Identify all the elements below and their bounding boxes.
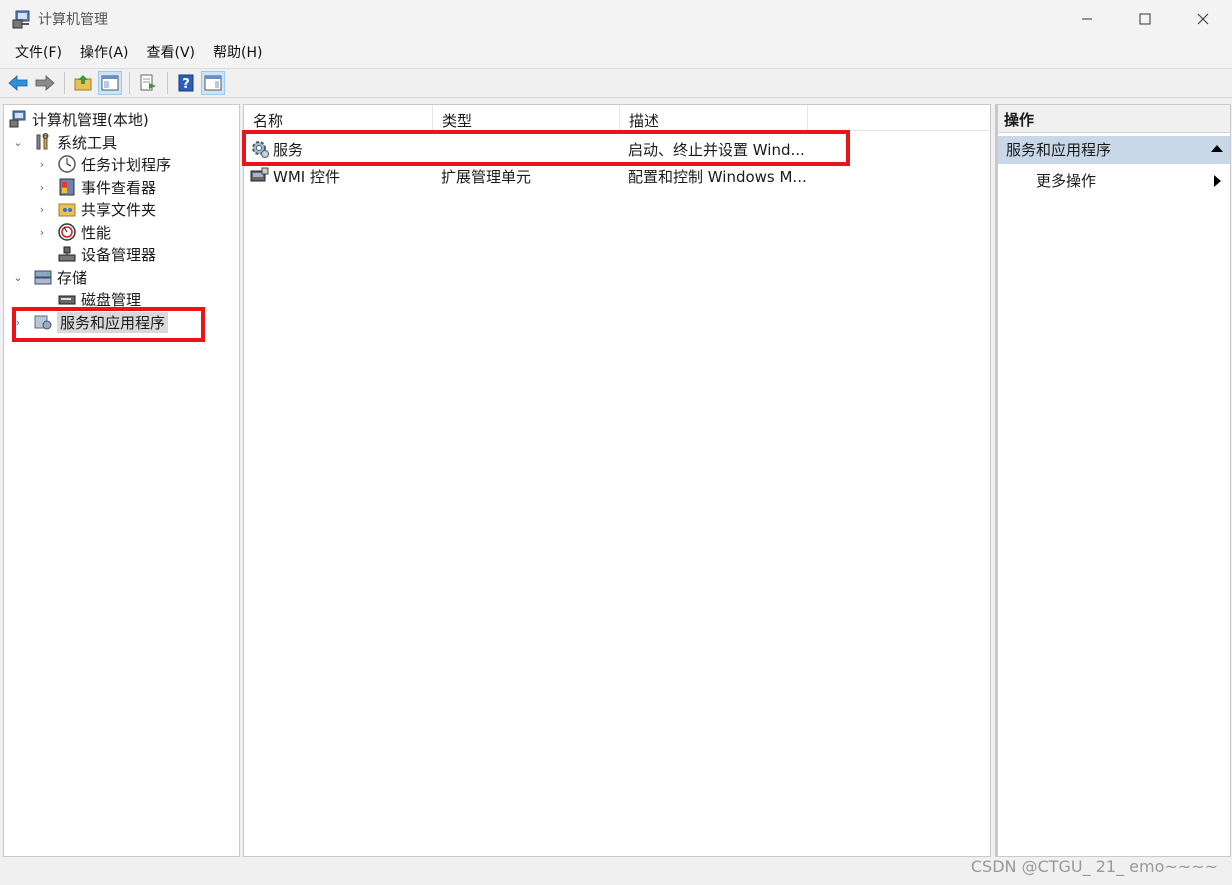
chevron-right-icon[interactable]: › xyxy=(11,316,25,329)
more-actions-item[interactable]: 更多操作 xyxy=(998,168,1230,194)
close-icon xyxy=(1197,13,1209,25)
chevron-right-icon[interactable]: › xyxy=(35,226,49,239)
title-bar: 计算机管理 xyxy=(0,0,1232,38)
help-button[interactable]: ? xyxy=(174,71,198,95)
tools-icon xyxy=(33,132,53,152)
toolbar-separator xyxy=(64,72,65,94)
disk-icon xyxy=(57,289,77,309)
computer-management-icon xyxy=(12,9,32,29)
tree-item-services-apps[interactable]: › 服务和应用程序 xyxy=(11,311,169,333)
list-header: 名称 类型 描述 xyxy=(244,105,990,131)
chevron-down-icon[interactable]: ⌄ xyxy=(11,271,25,284)
column-header-description[interactable]: 描述 xyxy=(620,105,808,131)
submenu-arrow-icon xyxy=(1214,175,1221,187)
tree-item-task-scheduler[interactable]: › 任务计划程序 xyxy=(35,153,171,175)
chevron-right-icon[interactable]: › xyxy=(35,203,49,216)
results-list: 名称 类型 描述 服务 启动、终止并设置 Wind... WMI 控件 扩展管理… xyxy=(243,104,991,857)
menu-action[interactable]: 操作(A) xyxy=(71,40,138,66)
tree-item-performance[interactable]: › 性能 xyxy=(35,221,111,243)
action-pane: 操作 服务和应用程序 更多操作 xyxy=(995,104,1231,857)
tree-item-storage[interactable]: ⌄ 存储 xyxy=(11,266,87,288)
menu-bar: 文件(F) 操作(A) 查看(V) 帮助(H) xyxy=(0,38,1232,68)
folder-up-icon xyxy=(74,75,92,91)
toolbar-separator xyxy=(129,72,130,94)
toolbar: ? xyxy=(0,68,1232,98)
list-item-services[interactable]: 服务 启动、终止并设置 Wind... xyxy=(244,137,810,161)
more-actions-label: 更多操作 xyxy=(1036,172,1097,190)
tree-item-event-viewer[interactable]: › 事件查看器 xyxy=(35,176,156,198)
maximize-icon xyxy=(1139,13,1151,25)
shared-folder-icon xyxy=(57,199,77,219)
arrow-right-icon xyxy=(35,75,55,91)
maximize-button[interactable] xyxy=(1116,0,1174,38)
gear-icon xyxy=(250,139,270,159)
wmi-control-icon xyxy=(250,166,270,186)
menu-file[interactable]: 文件(F) xyxy=(6,40,71,66)
wmi-description: 配置和控制 Windows M... xyxy=(628,167,807,186)
collapse-up-icon[interactable] xyxy=(1211,145,1223,152)
actions-section-label: 服务和应用程序 xyxy=(1006,141,1112,159)
services-apps-icon xyxy=(33,312,53,332)
export-list-button[interactable] xyxy=(136,71,160,95)
close-button[interactable] xyxy=(1174,0,1232,38)
show-hide-action-pane-button[interactable] xyxy=(201,71,225,95)
clock-icon xyxy=(57,154,77,174)
menu-view[interactable]: 查看(V) xyxy=(138,40,205,66)
chevron-right-icon[interactable]: › xyxy=(35,181,49,194)
wmi-type: 扩展管理单元 xyxy=(441,167,532,186)
storage-icon xyxy=(33,267,53,287)
service-description: 启动、终止并设置 Wind... xyxy=(628,140,805,159)
chevron-down-icon[interactable]: ⌄ xyxy=(11,136,25,149)
event-viewer-icon xyxy=(57,177,77,197)
tree-item-system-tools[interactable]: ⌄ 系统工具 xyxy=(11,131,117,153)
computer-management-icon xyxy=(8,109,28,129)
column-header-name[interactable]: 名称 xyxy=(244,105,433,131)
performance-icon xyxy=(57,222,77,242)
actions-section-services-apps[interactable]: 服务和应用程序 xyxy=(998,136,1230,164)
list-item-wmi-control[interactable]: WMI 控件 扩展管理单元 配置和控制 Windows M... xyxy=(244,164,810,188)
svg-text:?: ? xyxy=(182,77,190,92)
column-header-type[interactable]: 类型 xyxy=(433,105,620,131)
wmi-name: WMI 控件 xyxy=(273,167,340,186)
tree-item-disk-management[interactable]: 磁盘管理 xyxy=(57,288,141,310)
minimize-icon xyxy=(1082,18,1092,20)
action-pane-icon xyxy=(204,75,222,91)
show-hide-tree-button[interactable] xyxy=(98,71,122,95)
forward-button[interactable] xyxy=(33,71,57,95)
back-button[interactable] xyxy=(6,71,30,95)
actions-header: 操作 xyxy=(998,105,1230,133)
tree-item-device-manager[interactable]: 设备管理器 xyxy=(57,243,156,265)
device-manager-icon xyxy=(57,244,77,264)
service-name: 服务 xyxy=(273,140,304,159)
toolbar-separator xyxy=(167,72,168,94)
console-tree: 计算机管理(本地) ⌄ 系统工具 › 任务计划程序 › 事件查看器 › 共享文件… xyxy=(3,104,240,857)
arrow-left-icon xyxy=(8,75,28,91)
menu-help[interactable]: 帮助(H) xyxy=(204,40,271,66)
up-level-button[interactable] xyxy=(71,71,95,95)
tree-item-shared-folders[interactable]: › 共享文件夹 xyxy=(35,198,156,220)
window-title: 计算机管理 xyxy=(38,12,108,28)
watermark: CSDN @CTGU_ 21_ emo~~~~ xyxy=(970,857,1218,876)
tree-item-root[interactable]: 计算机管理(本地) xyxy=(8,108,149,130)
minimize-button[interactable] xyxy=(1058,0,1116,38)
export-list-icon xyxy=(140,74,156,91)
help-icon: ? xyxy=(178,74,194,92)
console-tree-icon xyxy=(101,75,119,91)
chevron-right-icon[interactable]: › xyxy=(35,158,49,171)
